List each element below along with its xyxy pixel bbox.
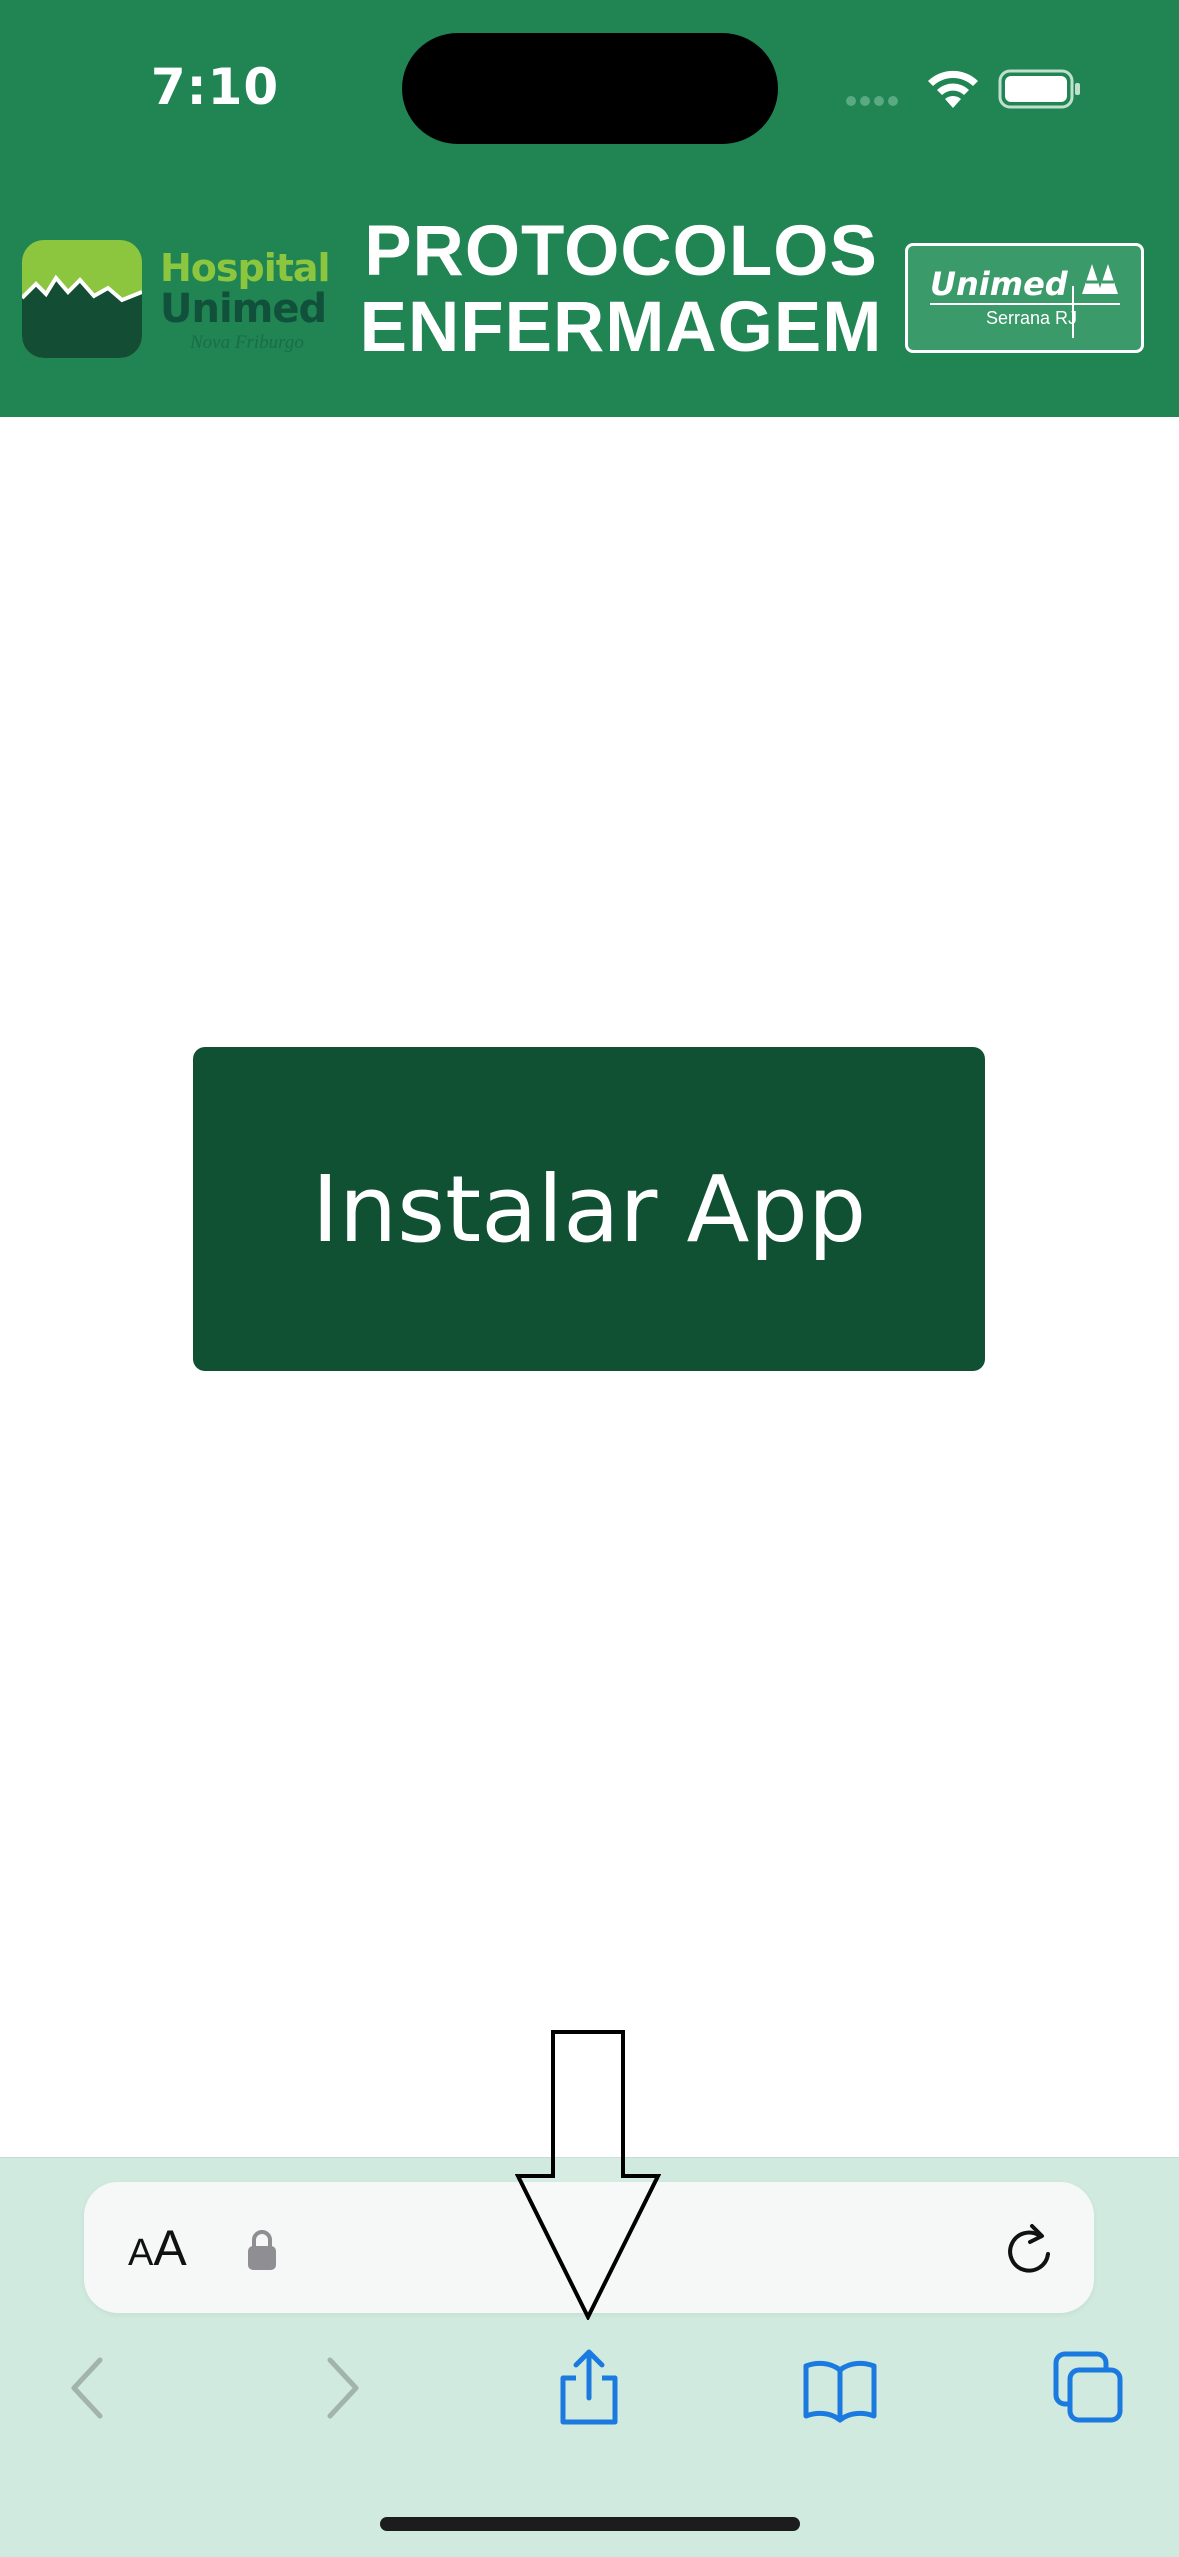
mountain-logo-icon [22, 240, 142, 358]
title-line-2: ENFERMAGEM [359, 288, 883, 367]
reload-icon[interactable] [1000, 2218, 1058, 2278]
unimed-logo-text: Unimed [930, 265, 1068, 303]
tabs-icon[interactable] [1048, 2348, 1128, 2428]
unimed-serrana-logo: Unimed Serrana RJ [905, 243, 1144, 353]
text-size-button[interactable]: AA [128, 2218, 187, 2278]
dynamic-island [402, 33, 778, 144]
logo-text-city: Nova Friburgo [190, 332, 304, 353]
down-arrow-icon [515, 2030, 661, 2320]
lock-icon [248, 2230, 276, 2270]
home-indicator[interactable] [380, 2517, 800, 2531]
battery-icon [998, 69, 1080, 109]
trees-icon [1082, 264, 1118, 294]
share-icon[interactable] [549, 2348, 629, 2428]
hospital-unimed-logo: Hospital Unimed Nova Friburgo [22, 240, 331, 358]
unimed-logo-subtitle: Serrana RJ [986, 308, 1078, 328]
status-time: 7:10 [150, 58, 280, 116]
title-line-1: PROTOCOLOS [364, 212, 878, 291]
cellular-signal-icon [846, 96, 898, 106]
logo-text-hospital: Hospital [160, 246, 331, 290]
page-title: PROTOCOLOS ENFERMAGEM [348, 214, 894, 366]
install-app-button[interactable]: Instalar App [193, 1047, 985, 1371]
text-size-small-glyph: A [128, 2232, 154, 2274]
wifi-icon [928, 70, 978, 108]
forward-icon[interactable] [302, 2348, 382, 2428]
text-size-big-glyph: A [153, 2220, 187, 2276]
logo-text-unimed: Unimed [160, 286, 327, 332]
app-header: 7:10 Hospital Unimed Nova Friburgo PROTO… [0, 0, 1179, 417]
back-icon[interactable] [48, 2348, 128, 2428]
logo-divider [930, 303, 1120, 305]
bookmarks-icon[interactable] [800, 2348, 880, 2428]
